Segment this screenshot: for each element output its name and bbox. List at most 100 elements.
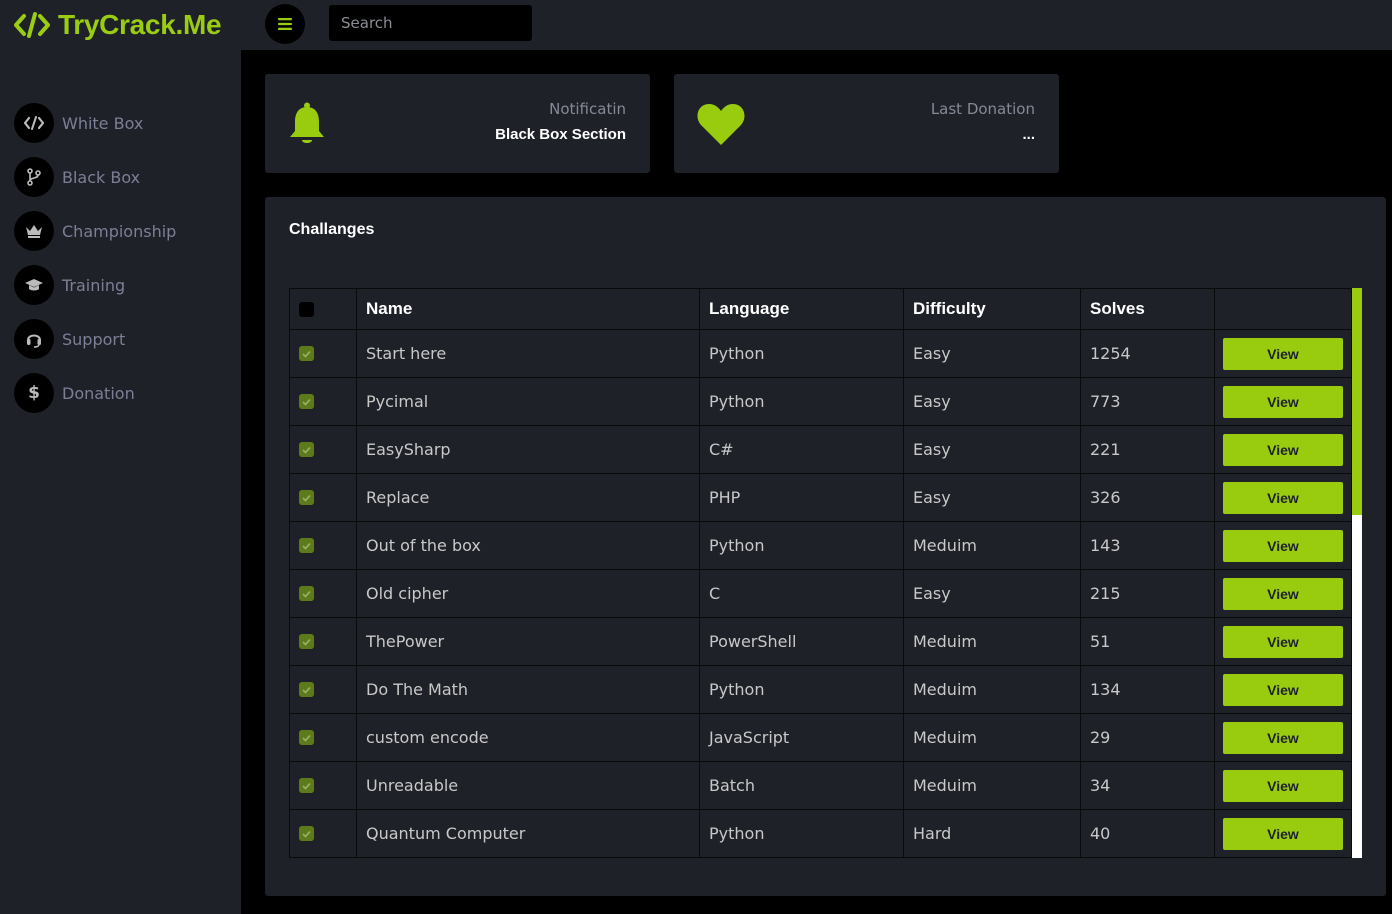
cell-solves: 773 [1080,377,1215,426]
search-input[interactable] [329,5,532,41]
sidebar-item-support[interactable]: Support [14,319,125,359]
cell-name: Out of the box [356,521,700,570]
view-button[interactable]: View [1223,817,1343,850]
sidebar-item-label: Black Box [62,167,141,187]
cell-action: View [1214,761,1352,810]
cell-action: View [1214,521,1352,570]
select-all-cell [289,288,357,330]
row-checkbox[interactable] [299,394,314,409]
view-button[interactable]: View [1223,337,1343,370]
row-checkbox[interactable] [299,634,314,649]
view-button[interactable]: View [1223,577,1343,610]
row-checkbox[interactable] [299,682,314,697]
table-row: Old cipher C Easy 215 View [289,569,1352,618]
view-button[interactable]: View [1223,769,1343,802]
cell-language: Python [699,809,904,858]
checkmark-icon [302,782,311,790]
sidebar-item-donation[interactable]: $ Donation [14,373,135,413]
view-button[interactable]: View [1223,625,1343,658]
card-value: Black Box Section [495,126,626,143]
view-button[interactable]: View [1223,673,1343,706]
table-header-row: Name Language Difficulty Solves [289,288,1352,330]
view-button[interactable]: View [1223,385,1343,418]
cell-language: Batch [699,761,904,810]
last-donation-card: Last Donation ... [674,74,1059,173]
cell-name: custom encode [356,713,700,762]
scrollbar-thumb[interactable] [1352,288,1362,515]
cell-name: ThePower [356,617,700,666]
view-button[interactable]: View [1223,433,1343,466]
checkmark-icon [302,494,311,502]
cell-name: EasySharp [356,425,700,474]
sidebar-item-white-box[interactable]: White Box [14,103,143,143]
sidebar-item-training[interactable]: Training [14,265,125,305]
row-checkbox[interactable] [299,442,314,457]
row-checkbox[interactable] [299,730,314,745]
column-header-name[interactable]: Name [356,288,700,330]
cell-action: View [1214,569,1352,618]
cell-difficulty: Meduim [903,617,1081,666]
cell-language: Python [699,665,904,714]
cell-action: View [1214,473,1352,522]
checkmark-icon [302,446,311,454]
sidebar-item-championship[interactable]: Championship [14,211,176,251]
checkmark-icon [302,686,311,694]
select-all-checkbox[interactable] [299,301,314,317]
logo[interactable]: TryCrack.Me [14,8,222,42]
column-header-solves[interactable]: Solves [1080,288,1215,330]
row-checkbox[interactable] [299,778,314,793]
view-button[interactable]: View [1223,529,1343,562]
cell-language: Python [699,377,904,426]
logo-text: TryCrack.Me [58,9,222,40]
cell-solves: 143 [1080,521,1215,570]
sidebar-item-label: Donation [62,383,135,403]
view-button[interactable]: View [1223,721,1343,754]
checkmark-icon [302,542,311,550]
cell-difficulty: Meduim [903,521,1081,570]
row-checkbox[interactable] [299,490,314,505]
row-checkbox[interactable] [299,826,314,841]
row-checkbox[interactable] [299,586,314,601]
cell-difficulty: Meduim [903,713,1081,762]
crown-icon [14,211,54,251]
menu-toggle-button[interactable] [265,4,305,44]
cell-solves: 29 [1080,713,1215,762]
cell-solves: 221 [1080,425,1215,474]
sidebar-item-black-box[interactable]: Black Box [14,157,140,197]
cell-solves: 1254 [1080,329,1215,378]
graduation-cap-icon [14,265,54,305]
cell-language: Python [699,521,904,570]
table-scrollbar[interactable] [1352,288,1362,858]
column-header-language[interactable]: Language [699,288,904,330]
table-row: EasySharp C# Easy 221 View [289,425,1352,474]
cell-action: View [1214,329,1352,378]
cell-name: Replace [356,473,700,522]
row-checkbox[interactable] [299,538,314,553]
column-header-difficulty[interactable]: Difficulty [903,288,1081,330]
sidebar-item-label: Championship [62,221,177,241]
cell-language: Python [699,329,904,378]
code-icon [14,103,54,143]
view-button[interactable]: View [1223,481,1343,514]
card-title: Notificatin [549,100,626,118]
cell-action: View [1214,713,1352,762]
table-row: Start here Python Easy 1254 View [289,329,1352,378]
sidebar-item-label: White Box [62,113,144,133]
cell-solves: 326 [1080,473,1215,522]
panel-title: Challanges [289,221,375,238]
bell-icon [290,102,324,143]
row-select-cell [289,809,357,858]
row-select-cell [289,761,357,810]
cell-action: View [1214,665,1352,714]
row-checkbox[interactable] [299,346,314,361]
row-select-cell [289,569,357,618]
cell-action: View [1214,809,1352,858]
row-select-cell [289,617,357,666]
checkmark-icon [302,350,311,358]
cell-solves: 215 [1080,569,1215,618]
row-select-cell [289,713,357,762]
heart-icon [697,104,745,145]
table-row: Pycimal Python Easy 773 View [289,377,1352,426]
cell-name: Pycimal [356,377,700,426]
cell-name: Unreadable [356,761,700,810]
